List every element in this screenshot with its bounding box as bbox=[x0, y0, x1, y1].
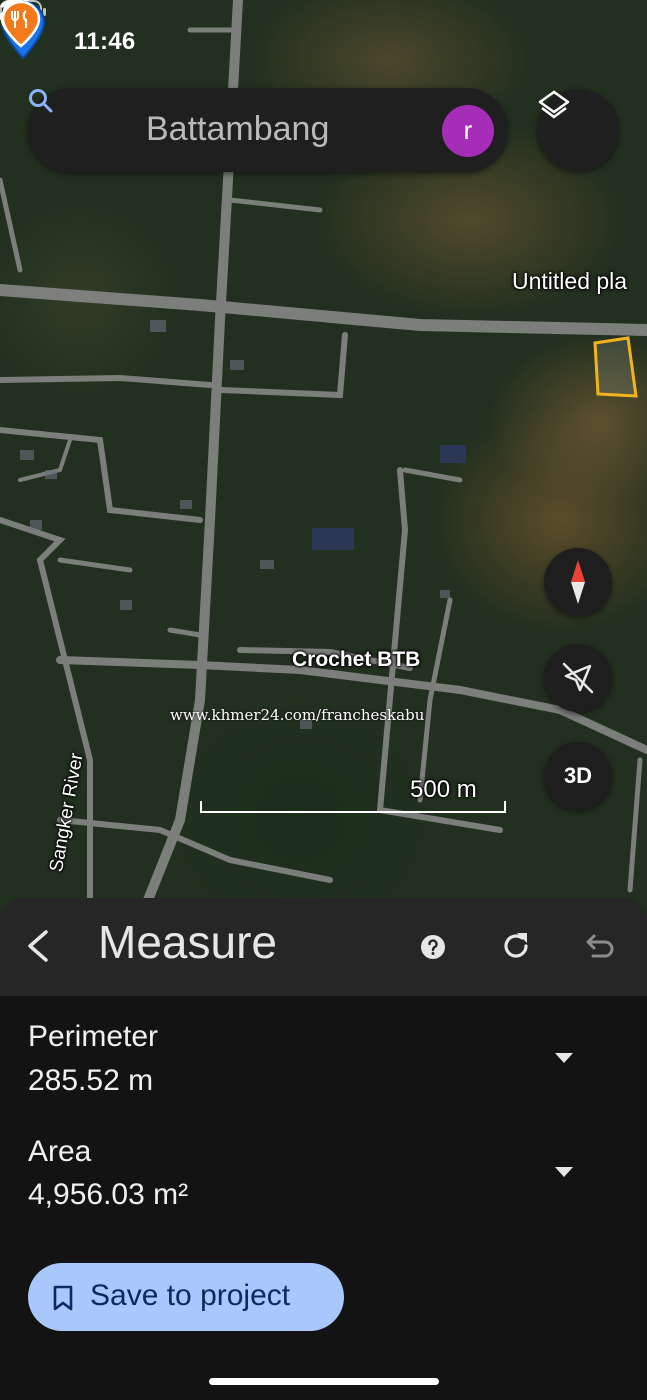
bookmark-icon bbox=[53, 1285, 73, 1311]
area-value: 4,956.03 m² bbox=[28, 1178, 189, 1211]
area-label: Area bbox=[28, 1135, 92, 1168]
undo-icon[interactable] bbox=[583, 931, 615, 961]
3d-toggle-button[interactable]: 3D bbox=[544, 742, 612, 810]
home-indicator[interactable] bbox=[209, 1378, 439, 1385]
search-input[interactable]: Battambang bbox=[146, 110, 329, 149]
place-label[interactable]: Untitled pla bbox=[512, 268, 627, 295]
account-avatar[interactable]: r bbox=[442, 105, 494, 157]
help-icon[interactable] bbox=[420, 934, 446, 960]
compass-button[interactable] bbox=[544, 548, 612, 616]
layers-button[interactable] bbox=[537, 89, 619, 171]
navigation-off-icon bbox=[562, 662, 594, 694]
scale-bar bbox=[200, 801, 506, 813]
poi-label[interactable]: Crochet BTB bbox=[292, 648, 420, 672]
measured-area-polygon bbox=[593, 336, 638, 398]
measure-title: Measure bbox=[98, 916, 277, 968]
refresh-icon[interactable] bbox=[499, 929, 533, 963]
search-bar[interactable]: Battambang bbox=[28, 88, 508, 172]
restaurant-icon[interactable] bbox=[0, 0, 42, 48]
save-to-project-label: Save to project bbox=[90, 1279, 291, 1312]
status-time: 11:46 bbox=[74, 28, 136, 55]
perimeter-label: Perimeter bbox=[28, 1020, 159, 1053]
perimeter-unit-dropdown-icon[interactable] bbox=[554, 1052, 574, 1064]
save-to-project-button[interactable]: Save to project bbox=[28, 1263, 344, 1331]
navigation-off-button[interactable] bbox=[544, 644, 612, 712]
satellite-map[interactable]: 11:46 Battambang r Untitled pla Crochet … bbox=[0, 0, 647, 920]
layers-icon bbox=[538, 90, 570, 119]
search-icon bbox=[29, 89, 53, 113]
scale-label: 500 m bbox=[410, 776, 477, 803]
perimeter-value: 285.52 m bbox=[28, 1064, 154, 1097]
back-arrow-icon[interactable] bbox=[24, 928, 54, 964]
compass-icon bbox=[571, 560, 585, 604]
area-unit-dropdown-icon[interactable] bbox=[554, 1166, 574, 1178]
watermark-text: www.khmer24.com/francheskabu bbox=[170, 706, 425, 724]
